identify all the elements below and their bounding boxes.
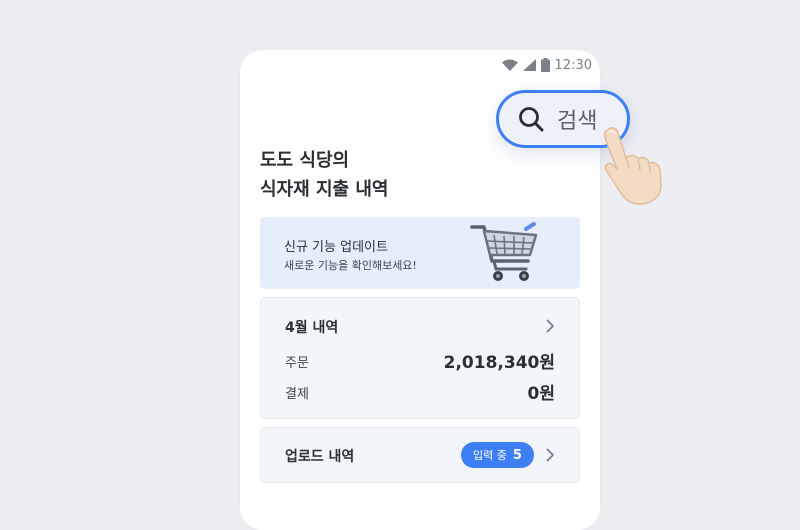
payment-label: 결제 <box>285 387 309 402</box>
badge-label: 입력 중 <box>473 449 507 462</box>
order-amount: 2,018,340원 <box>443 353 555 373</box>
april-history-card[interactable]: 4월 내역 주문 2,018,340원 결제 0원 <box>260 297 580 419</box>
chevron-right-icon <box>546 319 554 333</box>
search-label: 검색 <box>557 109 598 134</box>
payment-amount: 0원 <box>527 384 555 404</box>
wifi-icon <box>501 59 518 71</box>
chevron-right-icon <box>546 448 554 462</box>
banner-subtitle: 새로운 기능을 확인해보세요! <box>284 259 417 272</box>
battery-icon <box>540 58 550 72</box>
status-bar: 12:30 <box>501 54 592 76</box>
page-title-line2: 식자재 지출 내역 <box>260 179 389 200</box>
april-history-title: 4월 내역 <box>285 320 339 336</box>
page-title-line1: 도도 식당의 <box>260 150 350 171</box>
order-label: 주문 <box>285 356 309 371</box>
upload-history-card[interactable]: 업로드 내역 입력 중 5 <box>260 427 580 483</box>
status-time: 12:30 <box>554 57 592 73</box>
signal-icon <box>522 59 536 71</box>
upload-history-title: 업로드 내역 <box>285 449 355 465</box>
feature-update-banner[interactable]: 신규 기능 업데이트 새로운 기능을 확인해보세요! <box>260 217 580 289</box>
pointing-hand-icon <box>603 127 662 205</box>
search-icon <box>519 107 544 132</box>
badge-count: 5 <box>512 447 522 463</box>
shopping-cart-icon <box>470 222 538 281</box>
page-title: 도도 식당의 식자재 지출 내역 <box>260 146 388 204</box>
banner-title: 신규 기능 업데이트 <box>284 240 388 255</box>
in-progress-badge: 입력 중 5 <box>461 442 534 468</box>
